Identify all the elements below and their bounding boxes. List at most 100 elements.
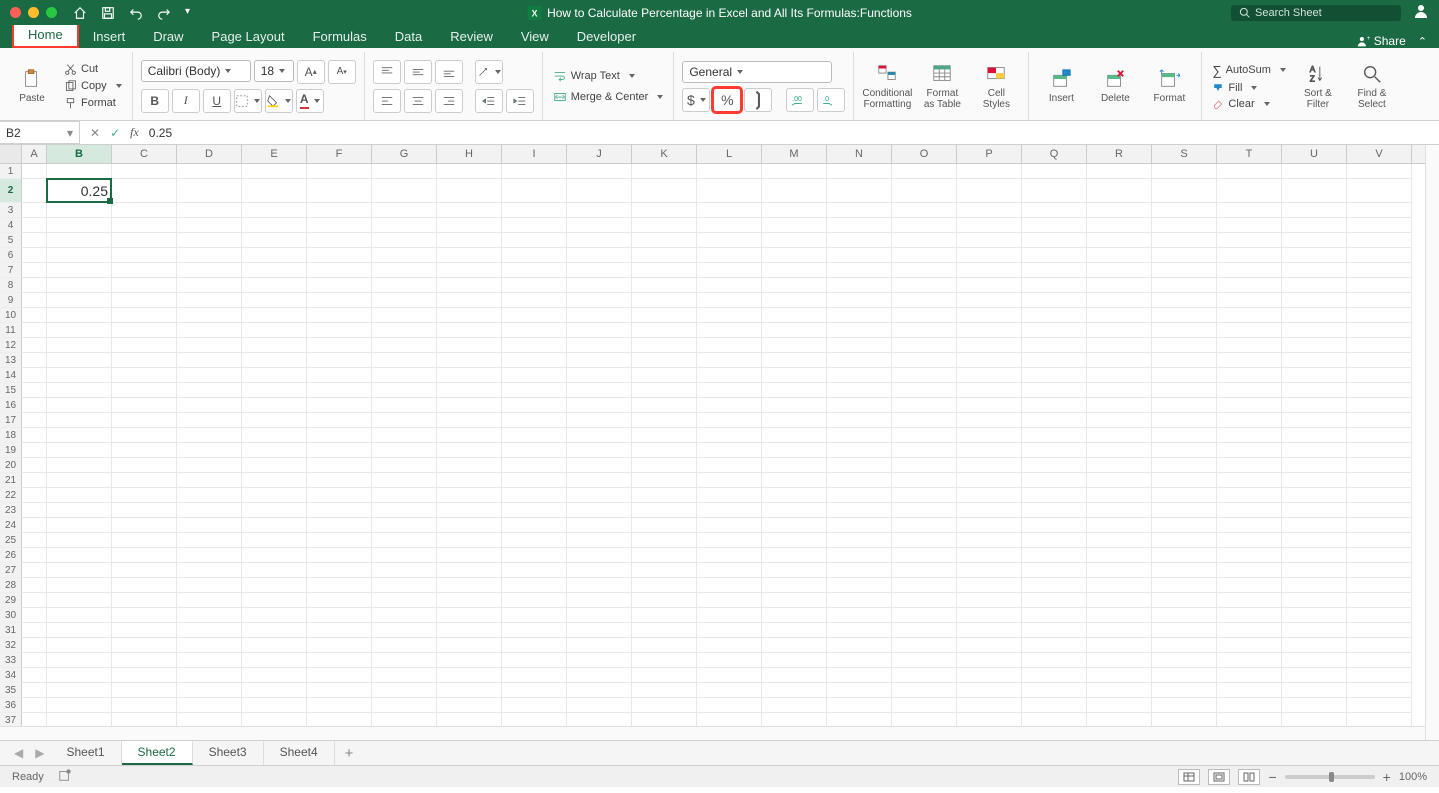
cell[interactable] bbox=[307, 668, 372, 683]
cell[interactable] bbox=[502, 638, 567, 653]
cell[interactable] bbox=[567, 308, 632, 323]
cell[interactable] bbox=[242, 443, 307, 458]
cell[interactable] bbox=[502, 578, 567, 593]
cell[interactable] bbox=[697, 293, 762, 308]
cell[interactable] bbox=[1347, 353, 1412, 368]
cell[interactable] bbox=[1087, 578, 1152, 593]
cell[interactable] bbox=[307, 698, 372, 713]
cell[interactable] bbox=[1087, 164, 1152, 179]
cell[interactable] bbox=[1087, 338, 1152, 353]
cell[interactable] bbox=[112, 398, 177, 413]
column-header-D[interactable]: D bbox=[177, 145, 242, 163]
cell[interactable] bbox=[762, 353, 827, 368]
row-header-10[interactable]: 10 bbox=[0, 308, 22, 323]
cell[interactable] bbox=[1217, 518, 1282, 533]
vertical-scrollbar[interactable] bbox=[1425, 145, 1439, 740]
cell[interactable] bbox=[762, 518, 827, 533]
cell[interactable] bbox=[502, 278, 567, 293]
column-header-F[interactable]: F bbox=[307, 145, 372, 163]
cell[interactable] bbox=[632, 428, 697, 443]
cell[interactable] bbox=[957, 503, 1022, 518]
cell[interactable] bbox=[1282, 248, 1347, 263]
cell[interactable] bbox=[762, 473, 827, 488]
cell[interactable] bbox=[827, 248, 892, 263]
cell[interactable] bbox=[957, 593, 1022, 608]
row-header-28[interactable]: 28 bbox=[0, 578, 22, 593]
cell[interactable] bbox=[762, 179, 827, 203]
cell[interactable] bbox=[1217, 488, 1282, 503]
cell[interactable] bbox=[1347, 458, 1412, 473]
cell[interactable] bbox=[177, 353, 242, 368]
tab-view[interactable]: View bbox=[507, 25, 563, 48]
cell[interactable] bbox=[827, 608, 892, 623]
cell[interactable] bbox=[1022, 593, 1087, 608]
cell[interactable] bbox=[1347, 443, 1412, 458]
cell[interactable] bbox=[632, 578, 697, 593]
cell[interactable] bbox=[1087, 503, 1152, 518]
cell[interactable] bbox=[307, 548, 372, 563]
cell[interactable] bbox=[47, 563, 112, 578]
cell[interactable] bbox=[697, 473, 762, 488]
cell[interactable] bbox=[177, 683, 242, 698]
cell[interactable] bbox=[697, 398, 762, 413]
cell[interactable] bbox=[372, 503, 437, 518]
cell[interactable] bbox=[827, 623, 892, 638]
tab-page-layout[interactable]: Page Layout bbox=[198, 25, 299, 48]
cell[interactable] bbox=[1217, 563, 1282, 578]
cell[interactable] bbox=[892, 578, 957, 593]
cell[interactable] bbox=[1282, 383, 1347, 398]
cell[interactable] bbox=[762, 413, 827, 428]
cell[interactable] bbox=[372, 698, 437, 713]
cell[interactable] bbox=[697, 263, 762, 278]
cell[interactable] bbox=[957, 578, 1022, 593]
cell[interactable] bbox=[1087, 263, 1152, 278]
cell[interactable] bbox=[567, 179, 632, 203]
cell[interactable] bbox=[22, 233, 47, 248]
cell[interactable] bbox=[242, 233, 307, 248]
cell[interactable] bbox=[1022, 218, 1087, 233]
cell[interactable] bbox=[242, 353, 307, 368]
cell[interactable] bbox=[567, 608, 632, 623]
cell[interactable] bbox=[1022, 548, 1087, 563]
row-header-1[interactable]: 1 bbox=[0, 164, 22, 179]
cell[interactable] bbox=[1347, 308, 1412, 323]
cell[interactable] bbox=[632, 518, 697, 533]
row-header-24[interactable]: 24 bbox=[0, 518, 22, 533]
tab-formulas[interactable]: Formulas bbox=[299, 25, 381, 48]
cell[interactable] bbox=[697, 383, 762, 398]
zoom-in-button[interactable]: + bbox=[1383, 769, 1391, 785]
cell[interactable] bbox=[22, 203, 47, 218]
cell[interactable] bbox=[632, 278, 697, 293]
cell[interactable] bbox=[1022, 623, 1087, 638]
cell[interactable] bbox=[892, 179, 957, 203]
cell[interactable] bbox=[697, 623, 762, 638]
cell[interactable] bbox=[372, 578, 437, 593]
cell[interactable] bbox=[827, 218, 892, 233]
cell[interactable] bbox=[1217, 323, 1282, 338]
cell[interactable] bbox=[957, 383, 1022, 398]
cell[interactable] bbox=[1152, 623, 1217, 638]
cell[interactable] bbox=[437, 503, 502, 518]
cell[interactable] bbox=[1022, 473, 1087, 488]
cell[interactable] bbox=[1217, 338, 1282, 353]
cell[interactable] bbox=[22, 458, 47, 473]
cell[interactable] bbox=[242, 653, 307, 668]
insert-cells-button[interactable]: Insert bbox=[1037, 68, 1085, 104]
cell[interactable] bbox=[957, 263, 1022, 278]
cell[interactable] bbox=[372, 233, 437, 248]
cell[interactable] bbox=[567, 278, 632, 293]
zoom-slider[interactable] bbox=[1285, 775, 1375, 779]
formula-value[interactable]: 0.25 bbox=[145, 126, 172, 140]
cell[interactable] bbox=[437, 698, 502, 713]
cell[interactable] bbox=[1087, 323, 1152, 338]
cell[interactable] bbox=[47, 548, 112, 563]
cell[interactable] bbox=[242, 293, 307, 308]
cell[interactable] bbox=[22, 653, 47, 668]
cell[interactable] bbox=[632, 533, 697, 548]
cell[interactable] bbox=[22, 623, 47, 638]
sheet-tab-sheet4[interactable]: Sheet4 bbox=[264, 741, 335, 765]
cell[interactable] bbox=[892, 503, 957, 518]
row-header-13[interactable]: 13 bbox=[0, 353, 22, 368]
cell[interactable] bbox=[632, 413, 697, 428]
row-header-11[interactable]: 11 bbox=[0, 323, 22, 338]
